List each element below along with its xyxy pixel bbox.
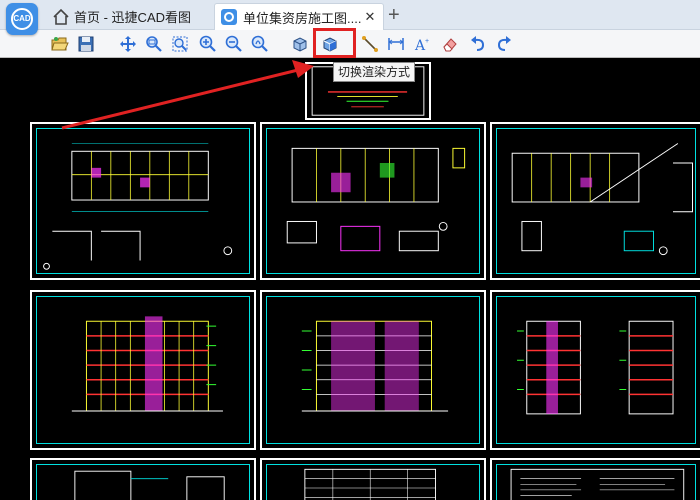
floor-plan-sheet-3 bbox=[490, 122, 700, 280]
detail-sheet-1 bbox=[30, 458, 256, 500]
render-mode-highlight-box bbox=[313, 28, 356, 58]
floor-plan-sheet-1 bbox=[30, 122, 256, 280]
3d-view-icon[interactable] bbox=[290, 34, 310, 54]
zoom-window-icon[interactable] bbox=[144, 34, 164, 54]
app-logo: CAD bbox=[6, 3, 38, 35]
tooltip: 切换渲染方式 bbox=[333, 62, 415, 82]
new-tab-button[interactable]: + bbox=[388, 3, 400, 27]
measure-line-icon[interactable] bbox=[360, 34, 380, 54]
app-window: 首页 - 迅捷CAD看图 单位集资房施工图.... ✕ + CAD A + 切换渲… bbox=[0, 0, 700, 500]
cad-file-icon bbox=[221, 9, 237, 25]
dimension-icon[interactable] bbox=[386, 34, 406, 54]
tab-bar: 首页 - 迅捷CAD看图 单位集资房施工图.... ✕ + bbox=[0, 0, 700, 30]
cad-drawing-canvas[interactable] bbox=[0, 59, 700, 500]
tab-home[interactable]: 首页 - 迅捷CAD看图 bbox=[48, 3, 212, 30]
tab-document[interactable]: 单位集资房施工图.... ✕ bbox=[214, 3, 384, 30]
eraser-icon[interactable] bbox=[440, 34, 460, 54]
undo-icon[interactable] bbox=[468, 34, 488, 54]
text-icon[interactable]: A + bbox=[412, 34, 432, 54]
zoom-in-icon[interactable] bbox=[198, 34, 218, 54]
save-icon[interactable] bbox=[76, 34, 96, 54]
tab-home-label: 首页 - 迅捷CAD看图 bbox=[74, 10, 192, 25]
floor-plan-sheet-2 bbox=[260, 122, 486, 280]
zoom-realtime-icon[interactable] bbox=[250, 34, 270, 54]
notes-sheet bbox=[490, 458, 700, 500]
svg-text:+: + bbox=[425, 38, 429, 45]
app-logo-text: CAD bbox=[13, 14, 31, 23]
zoom-extents-icon[interactable] bbox=[170, 34, 190, 54]
redo-icon[interactable] bbox=[494, 34, 514, 54]
elevation-sheet-2 bbox=[260, 290, 486, 450]
pan-icon[interactable] bbox=[118, 34, 138, 54]
schedule-sheet bbox=[260, 458, 486, 500]
elevation-sheet-1 bbox=[30, 290, 256, 450]
tab-document-label: 单位集资房施工图.... bbox=[243, 10, 362, 26]
tab-close-icon[interactable]: ✕ bbox=[363, 9, 377, 25]
home-icon bbox=[53, 8, 69, 25]
zoom-out-icon[interactable] bbox=[224, 34, 244, 54]
section-sheet bbox=[490, 290, 700, 450]
open-icon[interactable] bbox=[50, 34, 70, 54]
